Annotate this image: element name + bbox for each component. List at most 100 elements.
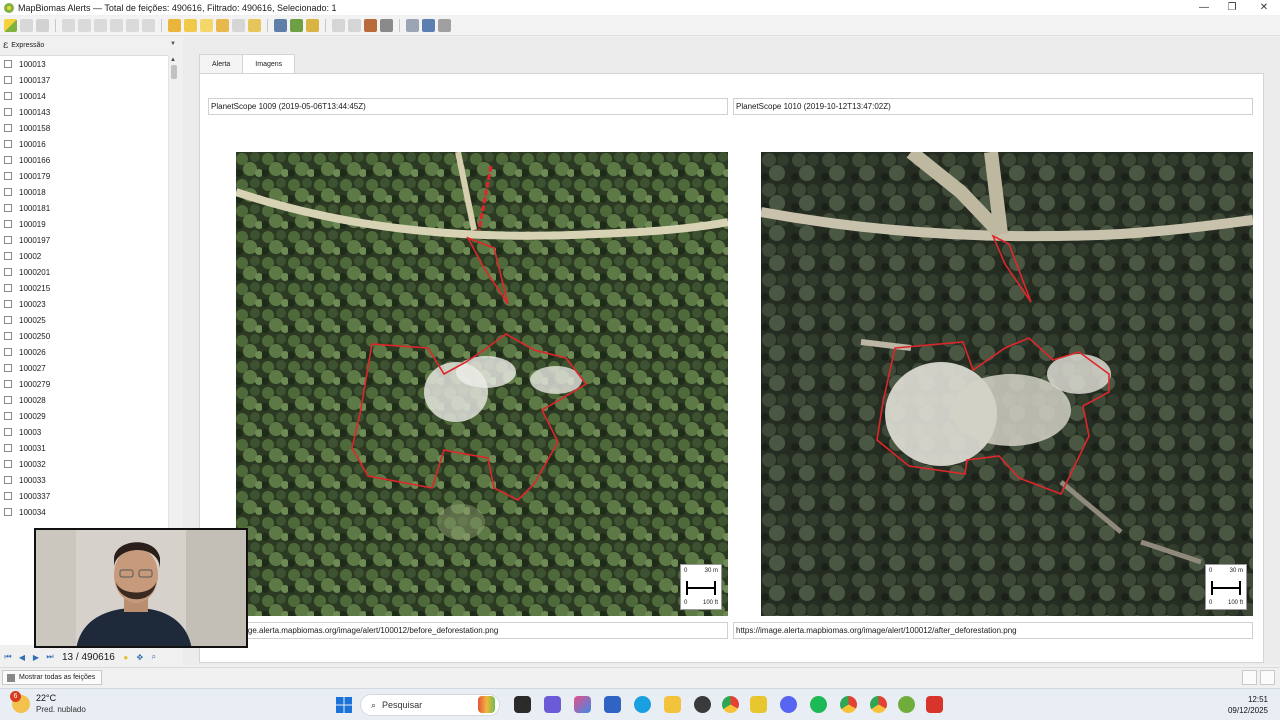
feature-checkbox[interactable]	[4, 332, 12, 340]
feature-checkbox[interactable]	[4, 92, 12, 100]
feature-checkbox[interactable]	[4, 444, 12, 452]
chrome-profile-2-icon[interactable]	[870, 696, 887, 713]
tab-alerta[interactable]: Alerta	[199, 54, 244, 73]
feature-checkbox[interactable]	[4, 364, 12, 372]
feature-checkbox[interactable]	[4, 284, 12, 292]
qgis-taskbar-icon[interactable]	[898, 696, 915, 713]
store-icon[interactable]	[604, 696, 621, 713]
zoom-selection-icon[interactable]	[248, 19, 261, 32]
scroll-up-icon[interactable]: ▲	[170, 57, 176, 63]
feature-checkbox[interactable]	[4, 316, 12, 324]
feature-list-item[interactable]: 1000197	[0, 232, 168, 248]
show-all-features-button[interactable]: Mostrar todas as feições	[2, 670, 103, 685]
feature-checkbox[interactable]	[4, 492, 12, 500]
feature-list-item[interactable]: 100032	[0, 456, 168, 472]
maximize-button[interactable]: ❐	[1216, 0, 1248, 15]
notes-icon[interactable]	[750, 696, 767, 713]
delete-field-icon[interactable]	[348, 19, 361, 32]
zoom-to-feature-icon[interactable]: ⌕	[148, 651, 160, 663]
feature-checkbox[interactable]	[4, 508, 12, 516]
delete-feature-icon[interactable]	[94, 19, 107, 32]
feature-list-item[interactable]: 100014	[0, 88, 168, 104]
move-selection-top-icon[interactable]	[274, 19, 287, 32]
feature-list-item[interactable]: 100026	[0, 344, 168, 360]
before-image-caption-field[interactable]: PlanetScope 1009 (2019-05-06T13:44:45Z)	[208, 98, 728, 115]
table-view-toggle-button[interactable]	[1260, 670, 1275, 685]
discord-icon[interactable]	[780, 696, 797, 713]
edge-icon[interactable]	[634, 696, 651, 713]
feature-checkbox[interactable]	[4, 252, 12, 260]
tab-imagens[interactable]: Imagens	[242, 54, 296, 74]
file-explorer-icon[interactable]	[664, 696, 681, 713]
copilot-icon[interactable]	[544, 696, 561, 713]
expression-selector[interactable]: ε Expressão ▼	[0, 37, 180, 54]
filter-icon[interactable]	[232, 19, 245, 32]
field-calculator-icon[interactable]	[364, 19, 377, 32]
feature-checkbox[interactable]	[4, 236, 12, 244]
feature-checkbox[interactable]	[4, 412, 12, 420]
feature-list-item[interactable]: 1000337	[0, 488, 168, 504]
chrome-profile-icon[interactable]	[840, 696, 857, 713]
feature-checkbox[interactable]	[4, 460, 12, 468]
feature-list-item[interactable]: 100034	[0, 504, 168, 520]
first-feature-icon[interactable]: ⏮	[2, 651, 14, 663]
form-view-toggle-button[interactable]	[1242, 670, 1257, 685]
feature-list-item[interactable]: 100018	[0, 184, 168, 200]
feature-list-item[interactable]: 100029	[0, 408, 168, 424]
scrollbar-thumb[interactable]	[171, 65, 177, 79]
feature-checkbox[interactable]	[4, 380, 12, 388]
feature-list-item[interactable]: 1000158	[0, 120, 168, 136]
select-by-expression-icon[interactable]	[168, 19, 181, 32]
feature-list-item[interactable]: 1000181	[0, 200, 168, 216]
paste-icon[interactable]	[142, 19, 155, 32]
spotify-icon[interactable]	[810, 696, 827, 713]
after-image-caption-field[interactable]: PlanetScope 1010 (2019-10-12T13:47:02Z)	[733, 98, 1253, 115]
feature-list-item[interactable]: 1000215	[0, 280, 168, 296]
feature-list-item[interactable]: 100023	[0, 296, 168, 312]
multi-edit-icon[interactable]	[20, 19, 33, 32]
reload-icon[interactable]	[62, 19, 75, 32]
last-feature-icon[interactable]: ⏭	[44, 651, 56, 663]
after-image-url-field[interactable]: https://image.alerta.mapbiomas.org/image…	[733, 622, 1253, 639]
invert-selection-icon[interactable]	[200, 19, 213, 32]
feature-list-item[interactable]: 100027	[0, 360, 168, 376]
feature-list-item[interactable]: 100013	[0, 56, 168, 72]
feature-list-item[interactable]: 10003	[0, 424, 168, 440]
feature-checkbox[interactable]	[4, 220, 12, 228]
feature-list-item[interactable]: 100019	[0, 216, 168, 232]
feature-checkbox[interactable]	[4, 396, 12, 404]
close-button[interactable]: ✕	[1248, 0, 1280, 15]
feature-checkbox[interactable]	[4, 140, 12, 148]
pan-to-feature-icon[interactable]: ✥	[134, 651, 146, 663]
save-edits-icon[interactable]	[36, 19, 49, 32]
toggle-edit-pencil-icon[interactable]	[4, 19, 17, 32]
feature-list-item[interactable]: 1000279	[0, 376, 168, 392]
dell-icon[interactable]	[694, 696, 711, 713]
feature-checkbox[interactable]	[4, 188, 12, 196]
feature-list-item[interactable]: 100016	[0, 136, 168, 152]
feature-checkbox[interactable]	[4, 476, 12, 484]
feature-list-item[interactable]: 1000201	[0, 264, 168, 280]
previous-feature-icon[interactable]: ◀	[16, 651, 28, 663]
new-field-icon[interactable]	[332, 19, 345, 32]
feature-list-item[interactable]: 100028	[0, 392, 168, 408]
highlight-icon[interactable]: ●	[120, 651, 132, 663]
feature-list-item[interactable]: 1000143	[0, 104, 168, 120]
feature-checkbox[interactable]	[4, 204, 12, 212]
start-button-windows-icon[interactable]	[336, 697, 352, 713]
pan-to-selection-icon[interactable]	[290, 19, 303, 32]
feature-checkbox[interactable]	[4, 172, 12, 180]
weather-widget[interactable]: 6 22°C Pred. nublado	[10, 691, 86, 715]
dock-icon[interactable]	[406, 19, 419, 32]
feature-checkbox[interactable]	[4, 428, 12, 436]
feature-list-item[interactable]: 1000166	[0, 152, 168, 168]
recording-app-icon[interactable]	[926, 696, 943, 713]
add-feature-icon[interactable]	[78, 19, 91, 32]
feature-checkbox[interactable]	[4, 108, 12, 116]
conditional-format-icon[interactable]	[380, 19, 393, 32]
cut-icon[interactable]	[110, 19, 123, 32]
feature-checkbox[interactable]	[4, 124, 12, 132]
widgets-icon[interactable]	[478, 696, 495, 713]
task-view-icon[interactable]	[514, 696, 531, 713]
copy-icon[interactable]	[126, 19, 139, 32]
